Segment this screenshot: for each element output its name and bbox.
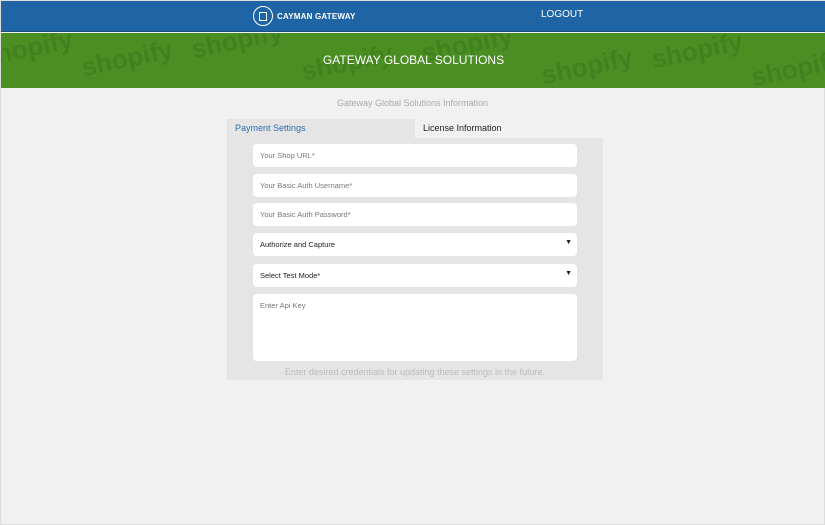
help-note: Enter desired credentials for updating t… <box>284 367 546 377</box>
logo-icon <box>253 6 273 26</box>
caret-down-icon: ▼ <box>565 239 572 246</box>
logout-link[interactable]: LOGOUT <box>541 9 583 20</box>
api-key-textarea[interactable]: Enter Api Key <box>253 294 577 361</box>
section-subtitle: Gateway Global Solutions Information <box>336 98 489 108</box>
shop-url-input[interactable]: Your Shop URL* <box>253 144 577 167</box>
brand-logo[interactable]: CAYMAN GATEWAY <box>253 6 356 26</box>
payment-action-value: Authorize and Capture <box>260 240 336 249</box>
test-mode-select[interactable]: Select Test Mode* ▼ <box>253 264 577 287</box>
username-input[interactable]: Your Basic Auth Username* <box>253 174 577 197</box>
brand-name: CAYMAN GATEWAY <box>277 11 356 21</box>
tab-license-information[interactable]: License Information <box>415 119 603 138</box>
banner: shopify shopify shopify shopify shopify … <box>1 33 825 88</box>
page-title: GATEWAY GLOBAL SOLUTIONS <box>322 53 505 67</box>
payment-action-select[interactable]: Authorize and Capture ▼ <box>253 233 577 256</box>
top-nav: CAYMAN GATEWAY LOGOUT <box>1 1 825 32</box>
caret-down-icon: ▼ <box>565 270 572 277</box>
tab-payment-settings[interactable]: Payment Settings <box>227 119 415 138</box>
test-mode-value: Select Test Mode* <box>260 271 321 280</box>
payment-settings-panel: Your Shop URL* Your Basic Auth Username*… <box>227 138 603 380</box>
password-input[interactable]: Your Basic Auth Password* <box>253 203 577 226</box>
